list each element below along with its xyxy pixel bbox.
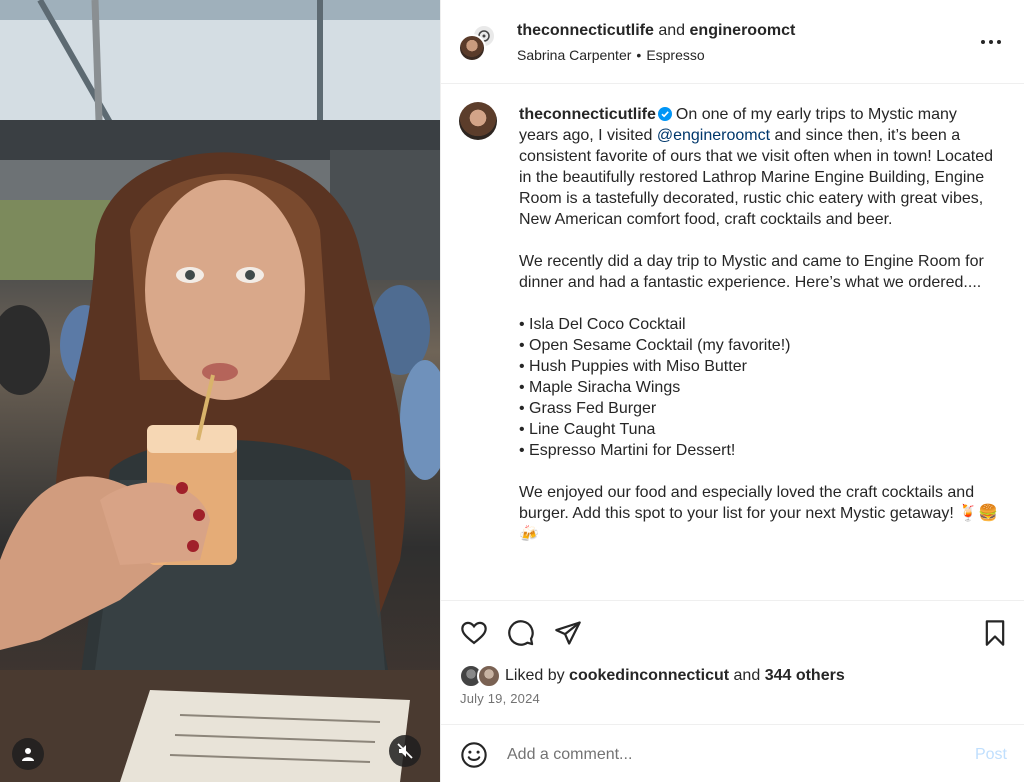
comment-icon bbox=[508, 620, 534, 646]
authors-joiner: and bbox=[658, 22, 686, 39]
mention-link[interactable]: @engineroomct bbox=[657, 127, 770, 144]
caption-paragraph-1: theconnecticutlife On one of my early tri… bbox=[519, 104, 999, 230]
likes-prefix: Liked by bbox=[505, 667, 565, 684]
order-item: • Isla Del Coco Cocktail bbox=[519, 316, 686, 333]
likes-joiner: and bbox=[733, 667, 761, 684]
post-header: theconnecticutlife and engineroomct Sabr… bbox=[441, 0, 1024, 84]
collaborator-username-link[interactable]: engineroomct bbox=[690, 22, 796, 39]
post-details-panel: theconnecticutlife and engineroomct Sabr… bbox=[440, 0, 1024, 782]
author-avatar[interactable] bbox=[458, 34, 486, 62]
likes-count-link[interactable]: 344 others bbox=[765, 667, 845, 684]
audio-attribution[interactable]: Sabrina Carpenter • Espresso bbox=[517, 47, 705, 63]
audio-track: Espresso bbox=[646, 47, 705, 63]
order-item: • Espresso Martini for Dessert! bbox=[519, 442, 736, 459]
bookmark-icon bbox=[985, 620, 1005, 646]
caption-closing: We enjoyed our food and especially loved… bbox=[519, 484, 999, 543]
comment-composer: Post bbox=[441, 724, 1024, 782]
order-item: • Open Sesame Cocktail (my favorite!) bbox=[519, 337, 791, 354]
order-item: • Maple Siracha Wings bbox=[519, 379, 681, 396]
collab-avatars[interactable] bbox=[458, 24, 498, 64]
share-icon bbox=[555, 621, 581, 645]
save-button[interactable] bbox=[980, 618, 1010, 648]
liker-avatars[interactable] bbox=[459, 664, 503, 688]
order-item: • Line Caught Tuna bbox=[519, 421, 656, 438]
emoji-button[interactable] bbox=[460, 741, 488, 769]
more-dot bbox=[997, 40, 1001, 44]
post-date[interactable]: July 19, 2024 bbox=[460, 691, 540, 706]
mute-icon bbox=[397, 743, 413, 759]
caption-username-link[interactable]: theconnecticutlife bbox=[519, 106, 656, 123]
heart-icon bbox=[461, 621, 487, 645]
share-button[interactable] bbox=[553, 618, 583, 648]
more-options-button[interactable] bbox=[979, 30, 1003, 54]
post-media[interactable] bbox=[0, 0, 440, 782]
order-item: • Grass Fed Burger bbox=[519, 400, 657, 417]
audio-separator: • bbox=[636, 47, 642, 63]
order-item: • Hush Puppies with Miso Butter bbox=[519, 358, 747, 375]
post-authors: theconnecticutlife and engineroomct bbox=[517, 22, 795, 40]
action-bar: Liked by cookedinconnecticut and 344 oth… bbox=[441, 600, 1024, 724]
user-tag-icon bbox=[22, 748, 34, 761]
author-username-link[interactable]: theconnecticutlife bbox=[517, 22, 654, 39]
like-button[interactable] bbox=[459, 618, 489, 648]
comment-input[interactable] bbox=[507, 743, 947, 767]
user-tag-button[interactable] bbox=[12, 738, 44, 770]
liker-username-link[interactable]: cookedinconnecticut bbox=[569, 667, 729, 684]
audio-artist: Sabrina Carpenter bbox=[517, 47, 632, 63]
post-photo bbox=[0, 0, 440, 782]
emoji-icon bbox=[461, 742, 487, 768]
verified-badge-icon bbox=[657, 107, 672, 121]
likes-text: Liked by cookedinconnecticut and 344 oth… bbox=[505, 667, 845, 685]
comment-button[interactable] bbox=[506, 618, 536, 648]
mute-button[interactable] bbox=[389, 735, 421, 767]
more-dot bbox=[989, 40, 993, 44]
caption-text: theconnecticutlife On one of my early tri… bbox=[519, 104, 999, 545]
caption-section: theconnecticutlife On one of my early tri… bbox=[441, 84, 1024, 600]
likes-summary: Liked by cookedinconnecticut and 344 oth… bbox=[459, 663, 845, 689]
caption-author-avatar[interactable] bbox=[459, 102, 497, 140]
liker-avatar bbox=[477, 664, 501, 688]
post-comment-button[interactable]: Post bbox=[975, 746, 1007, 764]
caption-paragraph-2: We recently did a day trip to Mystic and… bbox=[519, 253, 984, 291]
more-dot bbox=[981, 40, 985, 44]
